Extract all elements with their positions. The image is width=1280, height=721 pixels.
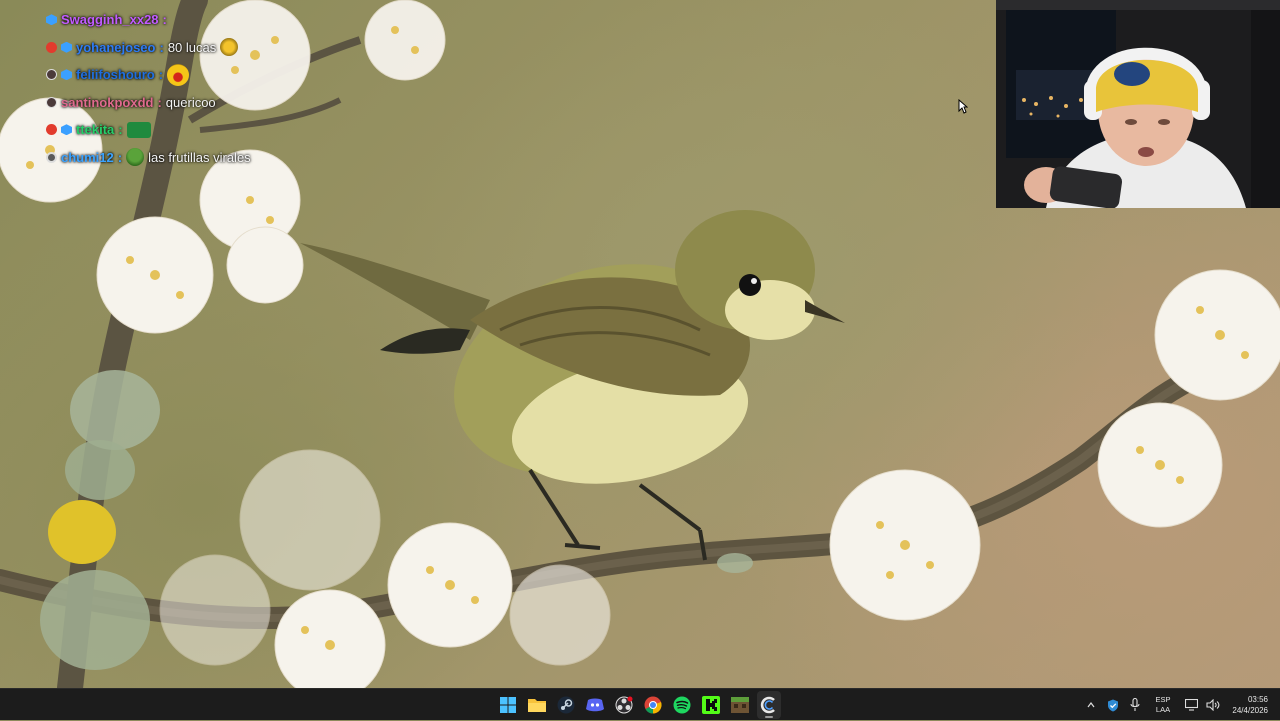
blue-badge-icon [61,41,72,53]
kick-icon[interactable] [699,691,723,719]
volume-icon[interactable] [1202,689,1224,721]
chat-colon: : [117,149,123,165]
chat-colon: : [118,122,123,138]
monitor-icon[interactable] [1180,689,1202,721]
chat-text: 80 lucas [167,39,217,55]
blue-badge-icon [61,69,72,81]
chat-colon: : [159,39,164,55]
shield-icon[interactable] [1102,689,1124,721]
streamer-webcam-image [996,0,1280,208]
microphone-icon[interactable] [1124,689,1146,721]
file-explorer-icon[interactable] [525,691,549,719]
gray-badge-icon [46,151,57,163]
clock-time: 03:56 [1247,695,1268,704]
chat-colon: : [157,94,162,110]
blue-badge-icon [61,124,72,136]
chat-text: las frutillas virales [148,149,251,165]
blue-badge-icon [46,14,57,26]
chat-message: ttekita: [46,116,346,144]
discord-icon[interactable] [583,691,607,719]
keyboard-layout: LAA [1155,705,1171,714]
chat-text: quericoo [165,94,216,110]
chrome-icon[interactable] [641,691,665,719]
chat-message: chumi12: las frutillas virales [46,144,346,172]
language-indicator[interactable]: ESP LAA [1150,695,1176,715]
start-icon[interactable] [496,691,520,719]
chat-colon: : [158,67,164,83]
dark-badge-icon [46,96,57,108]
taskbar-clock[interactable]: 03:56 24/4/2026 [1224,694,1268,716]
chat-message: feliifoshouro: [46,61,346,89]
steam-icon[interactable] [554,691,578,719]
chat-overlay: Swagginh_xx28: yohanejoseo: 80 lucas fel… [46,6,346,171]
taskbar-apps [496,689,781,721]
chat-message: yohanejoseo: 80 lucas [46,34,346,62]
chat-username: ttekita [76,122,115,138]
obs-icon[interactable] [612,691,636,719]
chat-username: feliifoshouro [76,67,155,83]
mouse-cursor [958,98,969,119]
chat-username: Swagginh_xx28 [61,12,159,28]
webcam-overlay [996,0,1280,208]
app-c-icon[interactable] [757,691,781,719]
red-badge-icon [46,41,57,53]
bird-figure [300,210,845,561]
coin-emote-icon [220,38,239,57]
system-tray: ESP LAA 03:56 24/4/2026 [1080,689,1280,721]
pepe-emote-icon [126,148,145,167]
minecraft-icon[interactable] [728,691,752,719]
dark-badge-icon [46,69,57,81]
chat-message: Swagginh_xx28: [46,6,346,34]
chat-username: chumi12 [61,149,114,165]
laughing-emote-icon [167,63,190,86]
taskbar: ESP LAA 03:56 24/4/2026 [0,688,1280,720]
language-code: ESP [1155,695,1171,704]
red-badge-icon [46,124,57,136]
chat-message: santinokpoxdd: quericoo [46,89,346,117]
chat-colon: : [162,12,167,28]
chat-username: santinokpoxdd [61,94,154,110]
clock-date: 24/4/2026 [1232,706,1268,715]
spotify-icon[interactable] [670,691,694,719]
chevron-up-icon[interactable] [1080,689,1102,721]
chat-username: yohanejoseo [76,39,156,55]
green-emote-icon [126,121,151,138]
